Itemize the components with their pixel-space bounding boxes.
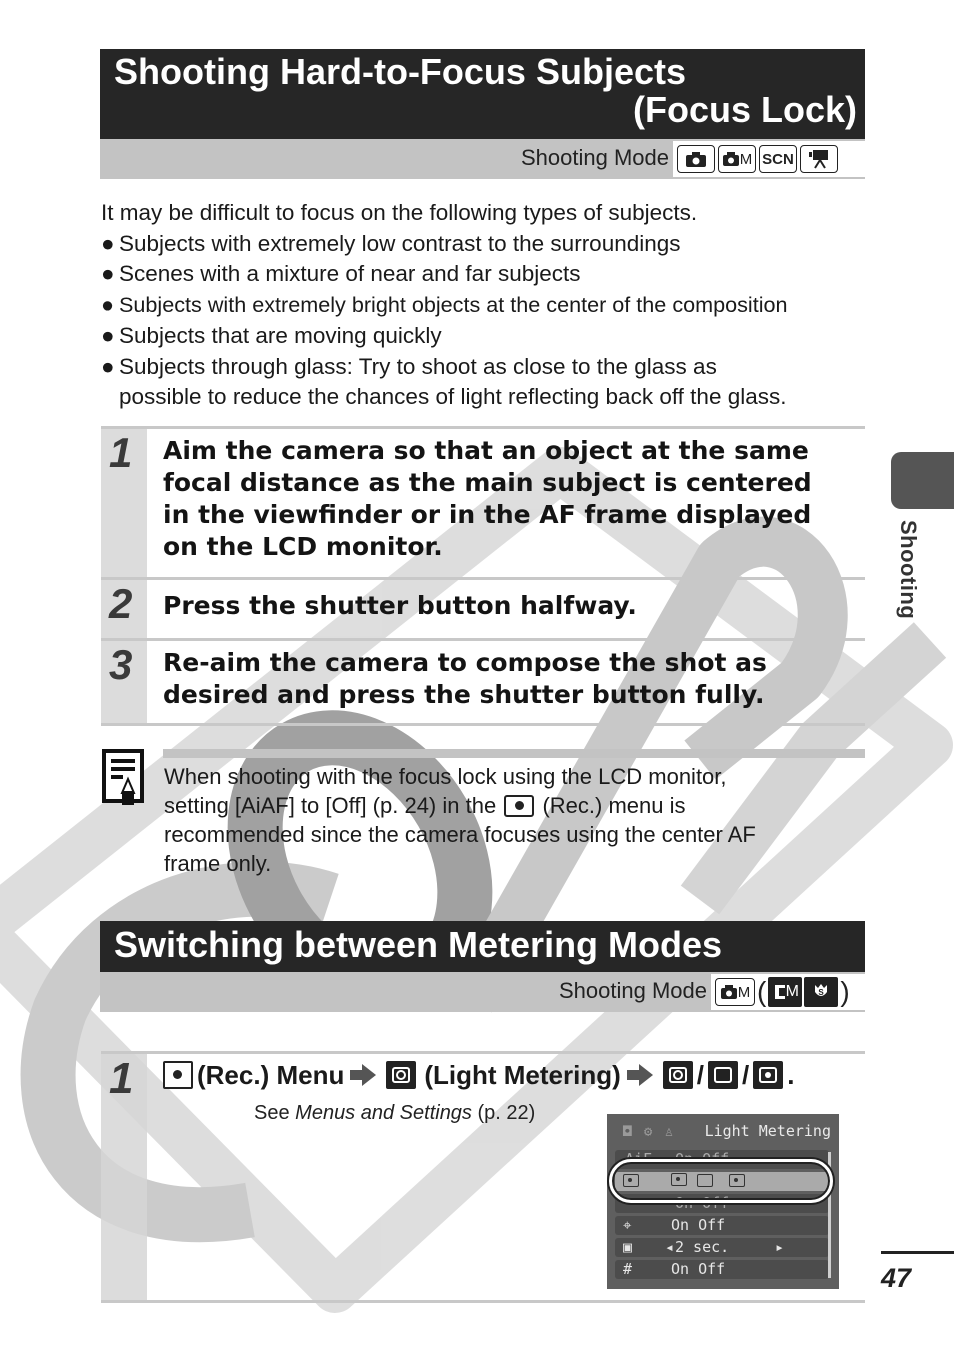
step-divider (101, 1051, 865, 1054)
paren: ) (840, 976, 850, 1007)
memo-pencil-icon (102, 749, 144, 805)
rec-menu-camera-icon (163, 1061, 193, 1089)
lcd-row: # On Off (615, 1260, 829, 1279)
bullet-continuation: possible to reduce the chances of light … (119, 384, 787, 410)
metering-step-instruction: (Rec.) Menu (Light Metering) / / . (163, 1058, 794, 1092)
title-line-1: Shooting Hard-to-Focus Subjects (114, 51, 686, 92)
bullet-icon: ● (101, 230, 115, 256)
step-number: 3 (101, 641, 147, 723)
chapter-tab (891, 452, 954, 509)
bullet-item: ● Scenes with a mixture of near and far s… (101, 259, 881, 290)
bullet-icon: ● (101, 261, 115, 287)
bullet-icon: ● (101, 353, 115, 379)
shooting-mode-label: Shooting Mode (521, 145, 669, 170)
chapter-tab-label: Shooting (896, 520, 921, 620)
step-number: 1 (101, 429, 147, 577)
step-text: Press the shutter button halfway. (163, 591, 637, 620)
bullet-icon: ● (101, 292, 115, 318)
step-item: 1 Aim the camera so that an object at th… (101, 426, 865, 577)
lcd-menu-screenshot: ◘ ⚙ ♙ Light Metering AiF On Off On Off ⌖ O… (607, 1114, 839, 1289)
bullet-item: ● Subjects that are moving quickly (101, 321, 881, 352)
movie-icon (800, 145, 838, 173)
step-number: 2 (101, 580, 147, 638)
intro-lead: It may be difficult to focus on the foll… (101, 200, 698, 225)
bullet-icon: ● (101, 322, 115, 348)
arrow-right-icon (350, 1064, 377, 1086)
bullet-item: ● Subjects with extremely low contrast to… (101, 229, 881, 260)
title-line: Switching between Metering Modes (114, 924, 723, 965)
step-divider (101, 1300, 865, 1303)
page-number: 47 (881, 1263, 912, 1293)
period: . (787, 1060, 795, 1090)
title-line-2: (Focus Lock) (632, 89, 857, 130)
arrow-right-icon (626, 1064, 653, 1086)
intro-text: It may be difficult to focus on the foll… (101, 198, 881, 413)
step-text: Aim the camera so that an object at the … (163, 436, 812, 561)
svg-text:S: S (819, 988, 825, 997)
light-metering-label: (Light Metering) (424, 1060, 621, 1090)
paren: ( (757, 976, 767, 1007)
lcd-row: ⌖ On Off (615, 1216, 829, 1235)
note-divider (163, 749, 865, 758)
lcd-menu-tabs: ◘ ⚙ ♙ (623, 1124, 676, 1140)
separator: / (696, 1060, 704, 1090)
auto-camera-icon (677, 145, 715, 173)
stitch-assist-icon: S (804, 977, 839, 1007)
separator: / (742, 1060, 750, 1090)
custom-color-icon: M (768, 977, 803, 1007)
center-weighted-metering-icon (708, 1061, 738, 1089)
light-metering-icon (386, 1061, 417, 1089)
shooting-mode-icons: M ( M S ) (711, 974, 865, 1010)
evaluative-metering-icon (662, 1061, 693, 1089)
note-text: When shooting with the focus lock using … (164, 764, 756, 876)
section-title-metering: Switching between Metering Modes (100, 921, 865, 972)
shooting-mode-bar: Shooting Mode M SCN (100, 139, 865, 179)
lcd-row: ▣ ◂ 2 sec. ▸ (615, 1238, 829, 1257)
page-number-rule (881, 1251, 954, 1254)
shooting-mode-icons: M SCN (673, 141, 865, 177)
see-reference: See Menus and Settings (p. 22) (254, 1102, 536, 1124)
bullet-item: ● Subjects with extremely bright objects … (101, 290, 881, 321)
see-link-text[interactable]: Menus and Settings (295, 1102, 472, 1124)
highlight-oval (609, 1159, 833, 1203)
step-number: 1 (101, 1054, 147, 1301)
step-item: 3 Re-aim the camera to compose the shot … (101, 638, 865, 726)
steps-list: 1 Aim the camera so that an object at th… (101, 426, 865, 726)
manual-camera-icon: M (718, 145, 756, 173)
rec-menu-camera-icon (504, 795, 535, 817)
rec-menu-label: (Rec.) Menu (197, 1060, 345, 1090)
spot-metering-icon (753, 1061, 784, 1089)
lcd-menu-title: Light Metering (704, 1122, 831, 1140)
step-item: 2 Press the shutter button halfway. (101, 577, 865, 638)
bullet-item: ● Subjects through glass: Try to shoot as… (101, 352, 881, 383)
shooting-mode-bar: Shooting Mode M ( M S ) (100, 972, 865, 1012)
scene-mode-icon: SCN (759, 145, 797, 173)
section-title-focus-lock: Shooting Hard-to-Focus Subjects (Focus L… (100, 49, 865, 139)
shooting-mode-label: Shooting Mode (559, 978, 707, 1003)
step-text: Re-aim the camera to compose the shot as… (163, 648, 767, 709)
manual-camera-icon: M (715, 978, 755, 1006)
